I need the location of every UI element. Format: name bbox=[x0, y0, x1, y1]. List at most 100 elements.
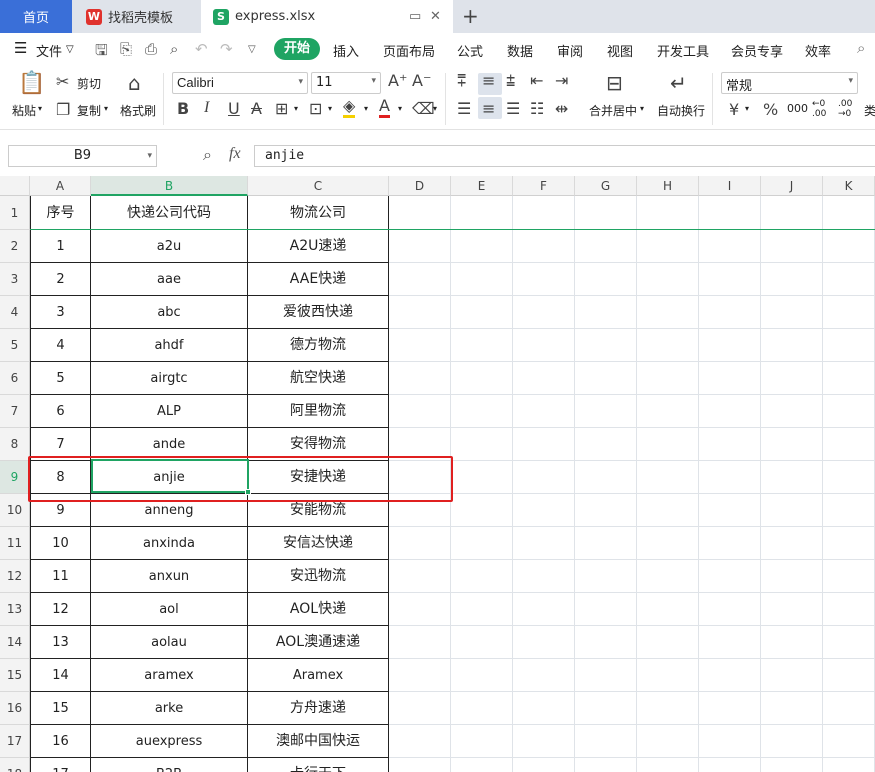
insert-function-icon[interactable]: fx bbox=[229, 145, 241, 163]
hamburger-menu-icon[interactable]: ☰ bbox=[14, 39, 27, 57]
cell-c4[interactable]: 爱彼西快递 bbox=[248, 296, 389, 329]
empty-cell[interactable] bbox=[513, 230, 575, 263]
cell-c1[interactable]: 物流公司 bbox=[248, 196, 389, 230]
empty-cell[interactable] bbox=[513, 428, 575, 461]
empty-cell[interactable] bbox=[389, 692, 451, 725]
empty-cell[interactable] bbox=[761, 692, 823, 725]
empty-cell[interactable] bbox=[699, 362, 761, 395]
decrease-decimal-button[interactable]: .00 →0 bbox=[838, 99, 858, 119]
row-header[interactable]: 16 bbox=[0, 692, 30, 725]
row-header[interactable]: 5 bbox=[0, 329, 30, 362]
cell-c7[interactable]: 阿里物流 bbox=[248, 395, 389, 428]
empty-cell[interactable] bbox=[575, 659, 637, 692]
cell-b14[interactable]: aolau bbox=[91, 626, 248, 659]
menu-insert[interactable]: 插入 bbox=[333, 41, 359, 60]
empty-cell[interactable] bbox=[823, 494, 875, 527]
empty-cell[interactable] bbox=[761, 461, 823, 494]
copy-icon[interactable]: ❐ bbox=[56, 100, 70, 119]
empty-cell[interactable] bbox=[823, 593, 875, 626]
tab-home[interactable]: 首页 bbox=[0, 0, 72, 33]
row-header[interactable]: 7 bbox=[0, 395, 30, 428]
empty-cell[interactable] bbox=[389, 659, 451, 692]
cell-a15[interactable]: 14 bbox=[30, 659, 91, 692]
cell-a8[interactable]: 7 bbox=[30, 428, 91, 461]
cell-a18[interactable]: 17 bbox=[30, 758, 91, 772]
align-top-icon[interactable]: ⩱ bbox=[457, 71, 466, 91]
cell-c17[interactable]: 澳邮中国快运 bbox=[248, 725, 389, 758]
column-header-g[interactable]: G bbox=[575, 176, 637, 196]
empty-cell[interactable] bbox=[451, 494, 513, 527]
empty-cell[interactable] bbox=[823, 758, 875, 772]
spreadsheet-grid[interactable]: A B C D E F G H I J K 1 序号 快递公司代码 物流公司 2 1 a2u A2U速递 3 2 aae A… bbox=[0, 176, 875, 772]
empty-cell[interactable] bbox=[575, 196, 637, 230]
cell-a16[interactable]: 15 bbox=[30, 692, 91, 725]
bold-icon[interactable]: B bbox=[177, 99, 189, 118]
empty-cell[interactable] bbox=[451, 196, 513, 230]
empty-cell[interactable] bbox=[451, 626, 513, 659]
cell-c16[interactable]: 方舟速递 bbox=[248, 692, 389, 725]
empty-cell[interactable] bbox=[699, 230, 761, 263]
empty-cell[interactable] bbox=[699, 296, 761, 329]
empty-cell[interactable] bbox=[761, 428, 823, 461]
empty-cell[interactable] bbox=[575, 527, 637, 560]
menu-review[interactable]: 审阅 bbox=[557, 41, 583, 60]
copy-dropdown-icon[interactable]: ▾ bbox=[104, 104, 108, 113]
empty-cell[interactable] bbox=[699, 461, 761, 494]
empty-cell[interactable] bbox=[699, 494, 761, 527]
cell-b18[interactable]: B2B bbox=[91, 758, 248, 772]
menu-developer[interactable]: 开发工具 bbox=[657, 41, 709, 60]
align-bottom-icon[interactable]: ⩲ bbox=[506, 71, 515, 91]
increase-font-size-icon[interactable]: A⁺ bbox=[388, 71, 407, 90]
empty-cell[interactable] bbox=[513, 560, 575, 593]
zoom-icon[interactable]: ⌕ bbox=[203, 145, 212, 165]
cell-c9[interactable]: 安捷快递 bbox=[248, 461, 389, 494]
format-painter-icon[interactable]: ⌂ bbox=[128, 71, 141, 95]
empty-cell[interactable] bbox=[389, 362, 451, 395]
align-left-icon[interactable]: ☰ bbox=[457, 99, 471, 118]
cell-c18[interactable]: 卡行天下 bbox=[248, 758, 389, 772]
empty-cell[interactable] bbox=[575, 428, 637, 461]
empty-cell[interactable] bbox=[513, 395, 575, 428]
empty-cell[interactable] bbox=[637, 593, 699, 626]
tab-template[interactable]: W 找稻壳模板 bbox=[72, 0, 200, 33]
empty-cell[interactable] bbox=[761, 626, 823, 659]
quick-access-dropdown-icon[interactable]: ▽ bbox=[248, 44, 256, 55]
empty-cell[interactable] bbox=[575, 362, 637, 395]
empty-cell[interactable] bbox=[575, 263, 637, 296]
empty-cell[interactable] bbox=[699, 196, 761, 230]
empty-cell[interactable] bbox=[823, 659, 875, 692]
empty-cell[interactable] bbox=[389, 725, 451, 758]
strikethrough-icon[interactable]: A bbox=[251, 99, 262, 118]
empty-cell[interactable] bbox=[575, 461, 637, 494]
clear-dropdown-icon[interactable]: ▾ bbox=[433, 104, 437, 113]
empty-cell[interactable] bbox=[451, 263, 513, 296]
format-painter-button[interactable]: 格式刷 bbox=[120, 102, 156, 119]
empty-cell[interactable] bbox=[513, 494, 575, 527]
cell-style-icon[interactable]: ⊡ bbox=[309, 99, 322, 118]
empty-cell[interactable] bbox=[699, 593, 761, 626]
empty-cell[interactable] bbox=[513, 461, 575, 494]
cell-b15[interactable]: aramex bbox=[91, 659, 248, 692]
empty-cell[interactable] bbox=[637, 230, 699, 263]
cell-b12[interactable]: anxun bbox=[91, 560, 248, 593]
borders-dropdown-icon[interactable]: ▾ bbox=[294, 104, 298, 113]
print-icon[interactable]: ⎙ bbox=[145, 40, 157, 58]
align-middle-icon[interactable]: ≡ bbox=[482, 71, 495, 90]
wrap-text-button[interactable]: 自动换行 bbox=[657, 102, 705, 119]
empty-cell[interactable] bbox=[699, 329, 761, 362]
cell-b4[interactable]: abc bbox=[91, 296, 248, 329]
name-box[interactable]: B9 ▾ bbox=[8, 145, 157, 167]
empty-cell[interactable] bbox=[699, 659, 761, 692]
copy-button[interactable]: 复制 bbox=[77, 102, 101, 119]
empty-cell[interactable] bbox=[761, 725, 823, 758]
row-header[interactable]: 15 bbox=[0, 659, 30, 692]
menu-formulas[interactable]: 公式 bbox=[457, 41, 483, 60]
italic-icon[interactable]: I bbox=[204, 99, 209, 117]
paste-dropdown-icon[interactable]: ▾ bbox=[38, 104, 42, 113]
decrease-indent-icon[interactable]: ⇤ bbox=[530, 71, 543, 90]
empty-cell[interactable] bbox=[513, 626, 575, 659]
paste-icon[interactable]: 📋 bbox=[18, 71, 45, 96]
empty-cell[interactable] bbox=[575, 560, 637, 593]
cell-a4[interactable]: 3 bbox=[30, 296, 91, 329]
cell-c12[interactable]: 安迅物流 bbox=[248, 560, 389, 593]
